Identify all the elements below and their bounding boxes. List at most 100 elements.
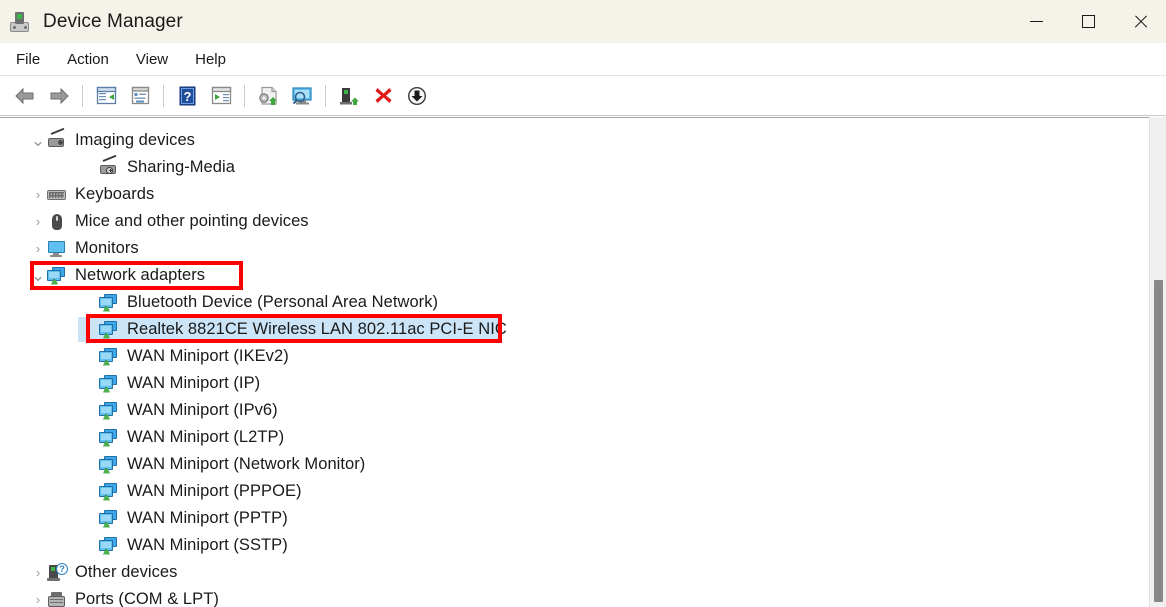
- chevron-right-icon[interactable]: ›: [30, 242, 46, 255]
- show-console-tree-button[interactable]: [90, 81, 122, 111]
- close-icon: [1133, 14, 1148, 29]
- device-manager-window: Device Manager File Action View Help: [0, 0, 1166, 607]
- tree-item[interactable]: Sharing-Media: [0, 154, 1140, 181]
- tree-item-label: Network adapters: [75, 266, 205, 285]
- chevron-right-icon[interactable]: ›: [30, 188, 46, 201]
- title-bar: Device Manager: [0, 0, 1166, 43]
- close-button[interactable]: [1114, 0, 1166, 43]
- disable-device-button[interactable]: [367, 81, 399, 111]
- mouse-icon: [46, 212, 68, 232]
- tree-item[interactable]: WAN Miniport (PPTP): [0, 505, 1140, 532]
- toolbar-separator-2: [163, 85, 164, 107]
- tree-item-label: WAN Miniport (L2TP): [127, 428, 284, 447]
- tree-item-label: Keyboards: [75, 185, 154, 204]
- network-adapter-icon: [98, 320, 120, 340]
- tree-item-label: WAN Miniport (IPv6): [127, 401, 278, 420]
- tree-item[interactable]: WAN Miniport (IKEv2): [0, 343, 1140, 370]
- network-adapter-icon: [98, 401, 120, 421]
- tree-item-label: Imaging devices: [75, 131, 195, 150]
- tree-item-label: Sharing-Media: [127, 158, 235, 177]
- menu-help[interactable]: Help: [184, 47, 237, 72]
- chevron-down-icon[interactable]: ⌄: [30, 137, 46, 145]
- tree-item[interactable]: Realtek 8821CE Wireless LAN 802.11ac PCI…: [0, 316, 1140, 343]
- tree-item-label: Ports (COM & LPT): [75, 590, 219, 607]
- chevron-right-icon[interactable]: ›: [30, 593, 46, 606]
- chevron-right-icon[interactable]: ›: [30, 215, 46, 228]
- tree-item[interactable]: WAN Miniport (PPPOE): [0, 478, 1140, 505]
- tree-item-label: Bluetooth Device (Personal Area Network): [127, 293, 438, 312]
- window-title: Device Manager: [43, 11, 183, 33]
- toolbar-separator-4: [325, 85, 326, 107]
- vertical-scrollbar[interactable]: [1149, 117, 1166, 607]
- help-question-icon: ?: [178, 86, 197, 106]
- scrollbar-thumb[interactable]: [1154, 280, 1163, 602]
- toolbar: ?: [0, 76, 1166, 116]
- device-tree: ⌄Imaging devicesSharing-Media›Keyboards›…: [0, 118, 1140, 607]
- scan-for-hardware-changes-button[interactable]: [286, 81, 318, 111]
- chevron-down-icon[interactable]: ⌄: [30, 272, 46, 280]
- enable-device-button[interactable]: [333, 81, 365, 111]
- tree-item-label: WAN Miniport (PPTP): [127, 509, 288, 528]
- update-driver-button[interactable]: [252, 81, 284, 111]
- svg-text:?: ?: [183, 89, 191, 104]
- menu-view[interactable]: View: [125, 47, 179, 72]
- console-tree-icon: [96, 86, 117, 105]
- enable-device-icon: [339, 86, 360, 106]
- tree-item[interactable]: › Monitors: [0, 235, 1140, 262]
- maximize-button[interactable]: [1062, 0, 1114, 43]
- red-x-icon: [374, 86, 393, 105]
- tree-item-label: WAN Miniport (IP): [127, 374, 260, 393]
- tree-item[interactable]: ›?Other devices: [0, 559, 1140, 586]
- tree-item[interactable]: WAN Miniport (IPv6): [0, 397, 1140, 424]
- tree-item[interactable]: Bluetooth Device (Personal Area Network): [0, 289, 1140, 316]
- chevron-right-icon[interactable]: ›: [30, 566, 46, 579]
- keyboard-icon: [46, 185, 68, 205]
- tree-item[interactable]: ⌄ Imaging devices: [0, 127, 1140, 154]
- scan-monitor-icon: [291, 86, 314, 106]
- maximize-icon: [1082, 15, 1095, 28]
- network-adapter-icon: [98, 293, 120, 313]
- update-driver-icon: [257, 86, 280, 106]
- sharing-media-icon: [98, 158, 120, 178]
- network-adapter-icon: [98, 455, 120, 475]
- tree-item[interactable]: WAN Miniport (Network Monitor): [0, 451, 1140, 478]
- minimize-button[interactable]: [1010, 0, 1062, 43]
- tree-item[interactable]: › Ports (COM & LPT): [0, 586, 1140, 607]
- imaging-device-icon: [46, 131, 68, 151]
- tree-item[interactable]: WAN Miniport (IP): [0, 370, 1140, 397]
- device-tree-panel[interactable]: ⌄Imaging devicesSharing-Media›Keyboards›…: [0, 117, 1166, 607]
- network-adapter-icon: [98, 482, 120, 502]
- tree-item[interactable]: ⌄ Network adapters: [0, 262, 1140, 289]
- tree-item[interactable]: › Keyboards: [0, 181, 1140, 208]
- back-arrow-icon: [14, 87, 36, 105]
- tree-item-label: WAN Miniport (SSTP): [127, 536, 288, 555]
- menu-bar: File Action View Help: [0, 43, 1166, 76]
- menu-file[interactable]: File: [5, 47, 51, 72]
- help-button[interactable]: ?: [171, 81, 203, 111]
- device-manager-icon: [9, 11, 31, 33]
- forward-button[interactable]: [43, 81, 75, 111]
- network-adapter-icon: [98, 374, 120, 394]
- tree-item-label: Mice and other pointing devices: [75, 212, 309, 231]
- monitor-icon: [46, 239, 68, 259]
- network-adapter-icon: [46, 266, 68, 286]
- toolbar-separator-3: [244, 85, 245, 107]
- tree-item-label: WAN Miniport (IKEv2): [127, 347, 289, 366]
- other-devices-icon: ?: [46, 563, 68, 583]
- window-play-icon: [211, 86, 232, 105]
- back-button[interactable]: [9, 81, 41, 111]
- down-arrow-circle-icon: [407, 86, 427, 106]
- show-hidden-devices-button[interactable]: [205, 81, 237, 111]
- window-controls: [1010, 0, 1166, 43]
- minimize-icon: [1030, 21, 1043, 22]
- properties-button[interactable]: [124, 81, 156, 111]
- network-adapter-icon: [98, 536, 120, 556]
- tree-item[interactable]: WAN Miniport (SSTP): [0, 532, 1140, 559]
- tree-item-label: Monitors: [75, 239, 139, 258]
- menu-action[interactable]: Action: [56, 47, 120, 72]
- tree-item[interactable]: › Mice and other pointing devices: [0, 208, 1140, 235]
- properties-icon: [130, 86, 151, 105]
- tree-item[interactable]: WAN Miniport (L2TP): [0, 424, 1140, 451]
- tree-item-label: Realtek 8821CE Wireless LAN 802.11ac PCI…: [127, 320, 507, 339]
- uninstall-device-button[interactable]: [401, 81, 433, 111]
